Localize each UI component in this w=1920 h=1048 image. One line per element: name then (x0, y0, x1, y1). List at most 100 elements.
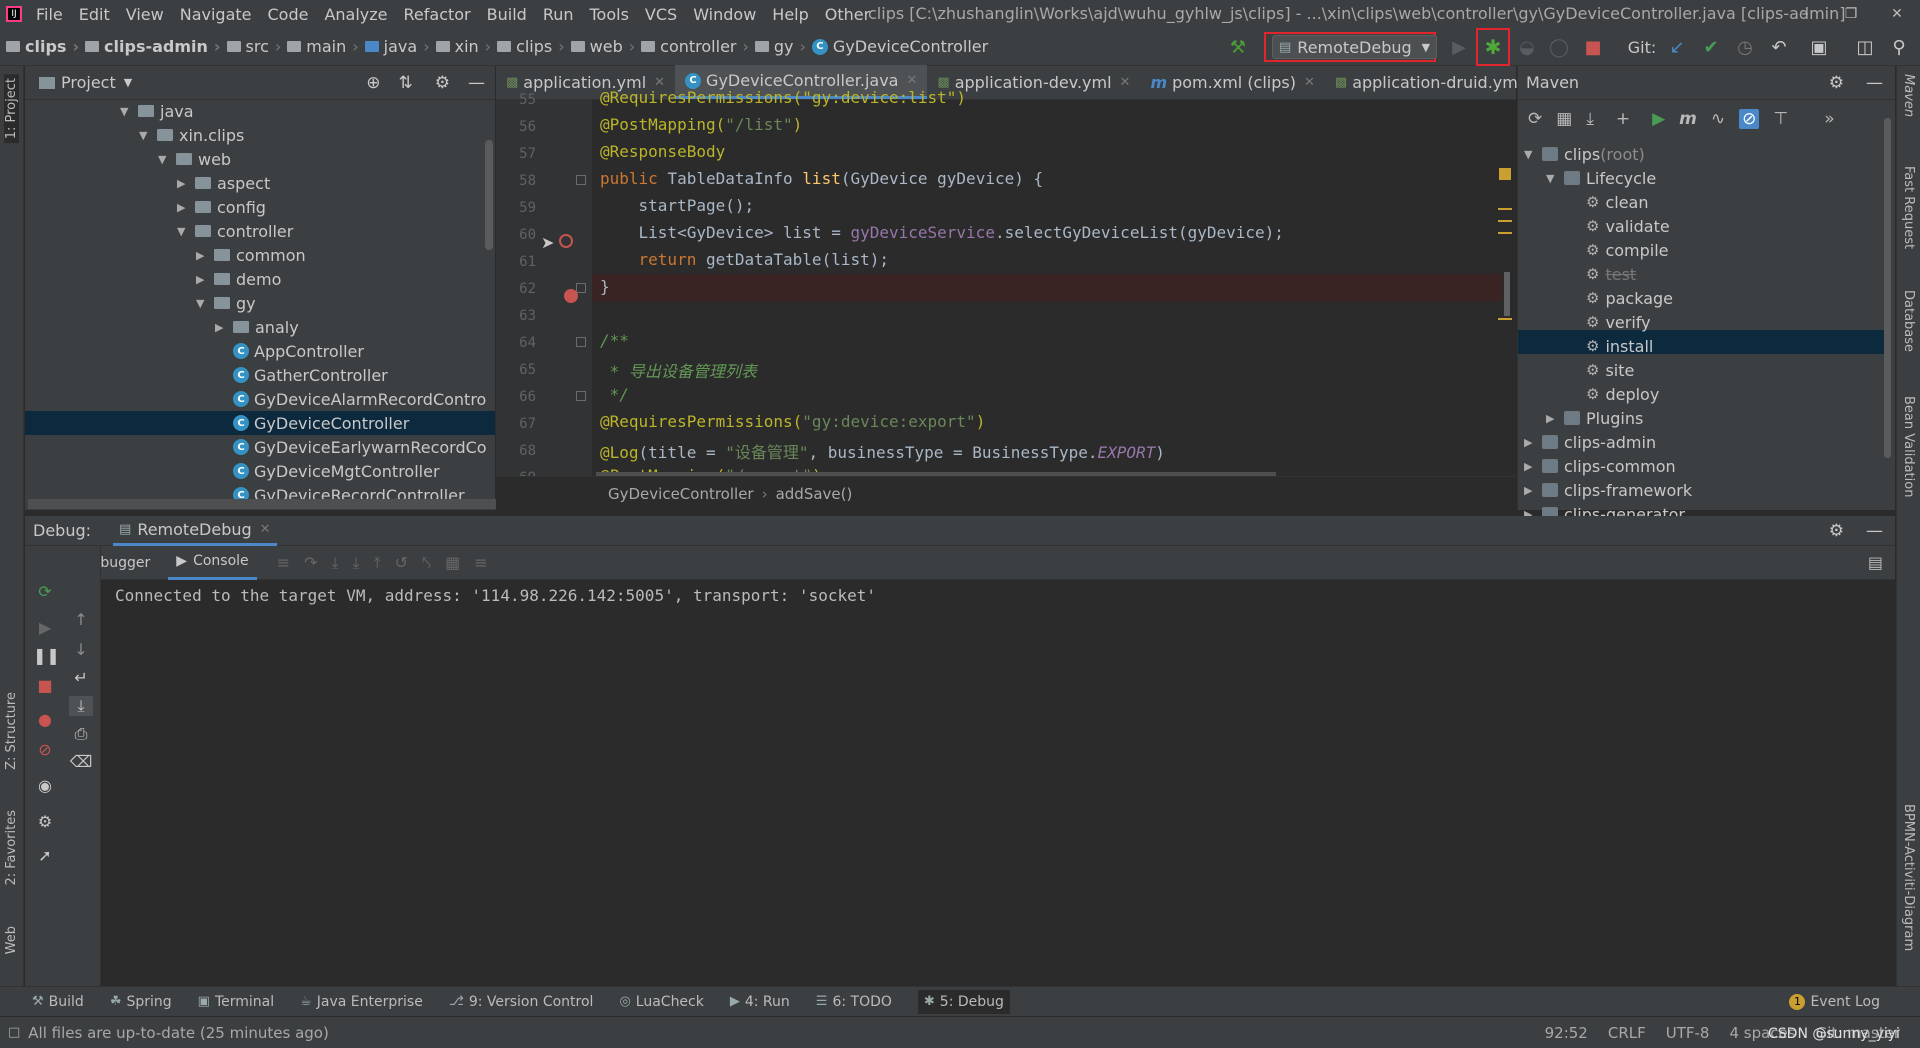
debug-button[interactable]: ✱ (1476, 28, 1510, 66)
maven-tool-button[interactable]: Maven (1901, 74, 1916, 117)
collapsed-arrow-icon[interactable]: ▶ (196, 249, 214, 262)
project-hscrollbar[interactable] (28, 499, 498, 509)
project-tree-item-config[interactable]: ▶ config (177, 195, 266, 219)
project-tree-item-common[interactable]: ▶ common (196, 243, 306, 267)
code-line[interactable]: startPage(); (600, 196, 755, 215)
rerun-icon[interactable]: ⟳ (33, 582, 57, 601)
add-icon[interactable]: + (1616, 109, 1630, 129)
collapse-icon[interactable]: ⊤ (1773, 109, 1788, 129)
collapsed-arrow-icon[interactable]: ▶ (1524, 436, 1542, 449)
code-line[interactable]: * 导出设备管理列表 (600, 358, 757, 382)
bottom-tool-5-debug[interactable]: ✱ 5: Debug (917, 989, 1010, 1014)
tab-pom-xml[interactable]: m pom.xml (clips) ✕ (1140, 65, 1324, 99)
breakpoint-icon[interactable] (564, 289, 578, 303)
gear-icon[interactable]: ⚙ (1829, 73, 1844, 93)
generate-sources-icon[interactable]: ▦ (1556, 109, 1572, 129)
menu-help[interactable]: Help (764, 5, 816, 24)
git-history-icon[interactable]: ◷ (1734, 32, 1756, 62)
bottom-tool-spring[interactable]: ☘ Spring (110, 994, 172, 1010)
project-tree-item-web[interactable]: ▼ web (158, 147, 231, 171)
code-line[interactable]: List<GyDevice> list = gyDeviceService.se… (600, 223, 1284, 242)
project-tree-item-gydevicecontroller[interactable]: C GyDeviceController (215, 411, 409, 435)
expanded-arrow-icon[interactable]: ▼ (1524, 148, 1542, 161)
code-line[interactable]: @RequiresPermissions("gy:device:export") (600, 412, 985, 431)
bottom-tool-9-version-control[interactable]: ⎇ 9: Version Control (449, 994, 594, 1010)
search-icon[interactable]: ⚲ (1888, 32, 1910, 62)
maven-item-clips-framework[interactable]: ▶ clips-framework (1524, 478, 1692, 502)
code-line[interactable]: return getDataTable(list); (600, 250, 889, 269)
target-icon[interactable] (559, 234, 573, 248)
maven-scrollbar[interactable] (1884, 118, 1891, 458)
settings-icon[interactable]: ⚙ (33, 812, 57, 831)
project-tree-item-gydevicealarmrecordcontro[interactable]: C GyDeviceAlarmRecordContro (215, 387, 486, 411)
fold-marker-icon[interactable] (576, 391, 586, 401)
maven-item-compile[interactable]: ⚙ compile (1568, 238, 1669, 262)
fold-marker-icon[interactable] (576, 283, 586, 293)
expanded-arrow-icon[interactable]: ▼ (196, 297, 214, 310)
menu-build[interactable]: Build (479, 5, 535, 24)
menu-refactor[interactable]: Refactor (396, 5, 479, 24)
collapsed-arrow-icon[interactable]: ▶ (1524, 460, 1542, 473)
pause-icon[interactable]: ❚❚ (33, 646, 60, 665)
coverage-icon[interactable]: ◒ (1516, 32, 1538, 62)
resume-icon[interactable]: ▶ (33, 618, 57, 637)
expanded-arrow-icon[interactable]: ▼ (177, 225, 195, 238)
breadcrumb-main[interactable]: main › (281, 37, 359, 56)
maven-item-lifecycle[interactable]: ▼ Lifecycle (1546, 166, 1656, 190)
breadcrumb-clips-pkg[interactable]: clips › (491, 37, 565, 56)
project-tree-item-gydeviceearlywarnrecordco[interactable]: C GyDeviceEarlywarnRecordCo (215, 435, 487, 459)
close-tab-icon[interactable]: ✕ (1120, 75, 1131, 90)
chevron-down-icon[interactable]: ▼ (124, 76, 132, 89)
maven-item-deploy[interactable]: ⚙ deploy (1568, 382, 1659, 406)
menu-run[interactable]: Run (535, 5, 582, 24)
fold-marker-icon[interactable] (576, 337, 586, 347)
collapsed-arrow-icon[interactable]: ▶ (177, 177, 195, 190)
menu-file[interactable]: File (28, 5, 71, 24)
build-hammer-icon[interactable]: ⚒ (1226, 32, 1250, 62)
breadcrumb-java[interactable]: java › (359, 37, 430, 56)
collapsed-arrow-icon[interactable]: ▶ (177, 201, 195, 214)
bean-validation-tool-button[interactable]: Bean Validation (1901, 396, 1916, 497)
code-line[interactable]: public TableDataInfo list(GyDevice gyDev… (600, 169, 1043, 188)
collapsed-arrow-icon[interactable]: ▶ (1546, 412, 1564, 425)
maven-item-clips-common[interactable]: ▶ clips-common (1524, 454, 1676, 478)
breadcrumb-controller[interactable]: controller › (635, 37, 749, 56)
fold-marker-icon[interactable] (576, 175, 586, 185)
stop-icon[interactable]: ■ (33, 676, 57, 695)
reload-icon[interactable]: ⟳ (1528, 109, 1542, 129)
locate-icon[interactable]: ⊕ (366, 73, 380, 93)
bpmn-tool-button[interactable]: BPMN-Activiti-Diagram (1901, 804, 1916, 951)
bottom-tool-6-todo[interactable]: ☰ 6: TODO (816, 994, 892, 1010)
code-line[interactable]: } (600, 277, 610, 296)
bottom-tool-terminal[interactable]: ▣ Terminal (198, 994, 274, 1010)
hide-icon[interactable]: — (468, 73, 485, 93)
code-line[interactable]: @Log(title = "设备管理", businessType = Busi… (600, 439, 1165, 463)
editor-breadcrumb-method[interactable]: addSave() (776, 485, 853, 503)
structure-tool-button[interactable]: Z: Structure (4, 692, 19, 770)
scroll-to-end-icon[interactable]: ⤓ (69, 696, 93, 716)
project-view-selector[interactable]: Project (61, 73, 116, 92)
collapse-all-icon[interactable]: ⇅ (399, 73, 413, 93)
hide-icon[interactable]: — (1866, 73, 1883, 93)
code-line[interactable]: @PostMapping("/list") (600, 115, 802, 134)
collapsed-arrow-icon[interactable]: ▶ (215, 321, 233, 334)
menu-tools[interactable]: Tools (582, 5, 637, 24)
menu-vcs[interactable]: VCS (637, 5, 685, 24)
debug-step-toolbar[interactable]: ≡↷⤓⤓⤒↺⤣▦≡ (277, 553, 502, 573)
print-icon[interactable]: ⎙ (69, 724, 93, 744)
editor-breadcrumb-class[interactable]: GyDeviceController (608, 485, 754, 503)
expanded-arrow-icon[interactable]: ▼ (158, 153, 176, 166)
close-tab-icon[interactable]: ✕ (260, 522, 271, 537)
stop-icon[interactable]: ■ (1582, 32, 1604, 62)
code-line[interactable]: */ (600, 385, 629, 404)
more-icon[interactable]: » (1824, 109, 1834, 129)
bottom-tool-build[interactable]: ⚒ Build (32, 994, 84, 1010)
maven-item-clips-admin[interactable]: ▶ clips-admin (1524, 430, 1656, 454)
collapsed-arrow-icon[interactable]: ▶ (196, 273, 214, 286)
clear-trash-icon[interactable]: ⌫ (69, 752, 93, 771)
mute-breakpoints-icon[interactable]: ⊘ (33, 740, 57, 759)
bottom-tool-4-run[interactable]: ▶ 4: Run (730, 994, 790, 1010)
project-tree-item-demo[interactable]: ▶ demo (196, 267, 281, 291)
expanded-arrow-icon[interactable]: ▼ (139, 129, 157, 142)
gear-icon[interactable]: ⚙ (1829, 521, 1844, 541)
